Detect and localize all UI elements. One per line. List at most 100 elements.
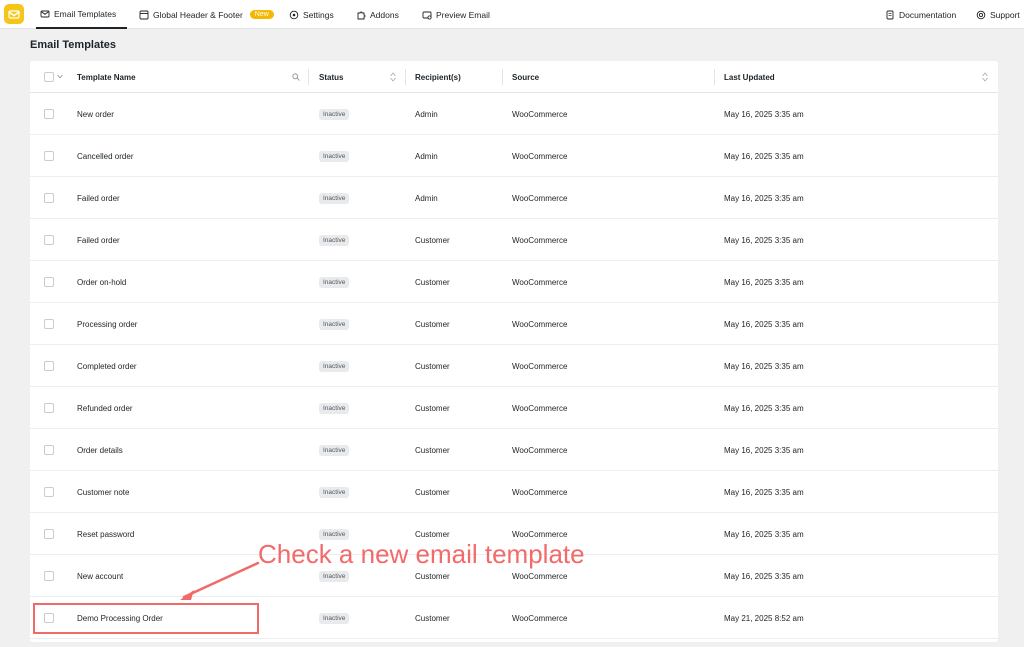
envelope-logo-icon: [8, 10, 20, 19]
status-cell: Inactive: [319, 135, 350, 177]
sort-icon[interactable]: [982, 72, 988, 82]
top-nav: Email Templates Global Header & Footer N…: [0, 0, 1024, 29]
last-updated-cell: May 16, 2025 3:35 am: [724, 319, 804, 329]
source-cell: WooCommerce: [512, 319, 568, 329]
puzzle-icon: [357, 11, 366, 19]
status-cell: Inactive: [319, 429, 350, 471]
source-cell: WooCommerce: [512, 193, 568, 203]
table-row[interactable]: Refunded order Inactive Customer WooCommerc…: [30, 387, 998, 429]
status-badge: Inactive: [319, 276, 350, 288]
source-cell: WooCommerce: [512, 277, 568, 287]
source-cell: WooCommerce: [512, 151, 568, 161]
template-name[interactable]: Processing order: [77, 303, 137, 345]
search-icon[interactable]: [292, 73, 300, 81]
last-updated-cell: May 16, 2025 3:35 am: [724, 235, 804, 245]
page-title: Email Templates: [30, 39, 116, 51]
settings-icon: [289, 10, 299, 19]
row-checkbox[interactable]: [44, 529, 54, 539]
support-link[interactable]: Support: [976, 0, 1020, 29]
tab-addons[interactable]: Addons: [356, 0, 399, 29]
status-badge: Inactive: [319, 612, 350, 624]
documentation-label: Documentation: [899, 9, 957, 20]
template-name[interactable]: Refunded order: [77, 387, 133, 429]
recipient-cell: Admin: [415, 109, 438, 119]
recipient-cell: Customer: [415, 277, 450, 287]
recipient-cell: Customer: [415, 361, 450, 371]
row-checkbox[interactable]: [44, 109, 54, 119]
column-source: Source: [512, 72, 540, 82]
template-name[interactable]: Failed order: [77, 219, 120, 261]
table-row[interactable]: Completed order Inactive Customer WooCommer…: [30, 345, 998, 387]
tab-label: Global Header & Footer: [153, 9, 243, 20]
source-cell: WooCommerce: [512, 235, 568, 245]
last-updated-cell: May 16, 2025 3:35 am: [724, 445, 804, 455]
column-divider: [405, 69, 406, 85]
row-checkbox[interactable]: [44, 151, 54, 161]
last-updated-cell: May 16, 2025 3:35 am: [724, 361, 804, 371]
template-name[interactable]: Reset password: [77, 513, 134, 555]
template-name[interactable]: Order details: [77, 429, 123, 471]
status-badge: Inactive: [319, 528, 350, 540]
row-checkbox[interactable]: [44, 487, 54, 497]
tab-settings[interactable]: Settings: [289, 0, 334, 29]
template-name[interactable]: Failed order: [77, 177, 120, 219]
source-cell: WooCommerce: [512, 403, 568, 413]
column-template-name: Template Name: [77, 72, 136, 82]
status-cell: Inactive: [319, 93, 350, 135]
table-row[interactable]: Order on-hold Inactive Customer WooCommerce…: [30, 261, 998, 303]
template-name[interactable]: Completed order: [77, 345, 137, 387]
last-updated-cell: May 16, 2025 3:35 am: [724, 193, 804, 203]
recipient-cell: Customer: [415, 403, 450, 413]
table-row[interactable]: Order details Inactive Customer WooCommerce…: [30, 429, 998, 471]
status-cell: Inactive: [319, 597, 350, 639]
sort-icon[interactable]: [390, 72, 396, 82]
template-name[interactable]: Order on-hold: [77, 261, 126, 303]
template-name[interactable]: Cancelled order: [77, 135, 133, 177]
template-name[interactable]: Customer note: [77, 471, 129, 513]
tab-email-templates[interactable]: Email Templates: [36, 0, 127, 29]
row-checkbox[interactable]: [44, 445, 54, 455]
documentation-link[interactable]: Documentation: [885, 0, 956, 29]
last-updated-cell: May 16, 2025 3:35 am: [724, 571, 804, 581]
row-checkbox[interactable]: [44, 193, 54, 203]
tab-label: Addons: [370, 9, 399, 20]
tab-label: Preview Email: [436, 9, 490, 20]
status-badge: Inactive: [319, 486, 350, 498]
status-cell: Inactive: [319, 345, 350, 387]
recipient-cell: Customer: [415, 445, 450, 455]
template-name[interactable]: New order: [77, 93, 114, 135]
table-row[interactable]: Failed order Inactive Admin WooCommerce May …: [30, 177, 998, 219]
chevron-down-icon[interactable]: [57, 74, 63, 79]
table-row[interactable]: New order Inactive Admin WooCommerce May 16,…: [30, 93, 998, 135]
layout-icon: [139, 10, 149, 19]
table-row[interactable]: Processing order Inactive Customer WooComme…: [30, 303, 998, 345]
row-checkbox[interactable]: [44, 361, 54, 371]
status-badge: Inactive: [319, 192, 350, 204]
tab-preview-email[interactable]: Preview Email: [422, 0, 490, 29]
app-logo[interactable]: [4, 4, 24, 24]
last-updated-cell: May 16, 2025 3:35 am: [724, 403, 804, 413]
status-badge: Inactive: [319, 360, 350, 372]
document-icon: [886, 10, 894, 19]
status-badge: Inactive: [319, 402, 350, 414]
table-row[interactable]: Failed order Inactive Customer WooCommerce M…: [30, 219, 998, 261]
table-row[interactable]: Cancelled order Inactive Admin WooCommerce M…: [30, 135, 998, 177]
row-checkbox[interactable]: [44, 277, 54, 287]
template-name[interactable]: New account: [77, 555, 123, 597]
preview-icon: [422, 11, 432, 20]
row-checkbox[interactable]: [44, 235, 54, 245]
select-all-checkbox[interactable]: [44, 72, 54, 82]
recipient-cell: Customer: [415, 235, 450, 245]
source-cell: WooCommerce: [512, 109, 568, 119]
column-status[interactable]: Status: [319, 61, 343, 93]
column-last-updated[interactable]: Last Updated: [724, 61, 775, 93]
table-row[interactable]: Customer note Inactive Customer WooCommerce…: [30, 471, 998, 513]
last-updated-cell: May 16, 2025 3:35 am: [724, 487, 804, 497]
row-checkbox[interactable]: [44, 319, 54, 329]
status-cell: Inactive: [319, 261, 350, 303]
tab-global-header-footer[interactable]: Global Header & Footer New: [139, 0, 274, 29]
recipient-cell: Customer: [415, 487, 450, 497]
row-checkbox[interactable]: [44, 571, 54, 581]
row-checkbox[interactable]: [44, 403, 54, 413]
status-badge: Inactive: [319, 150, 350, 162]
